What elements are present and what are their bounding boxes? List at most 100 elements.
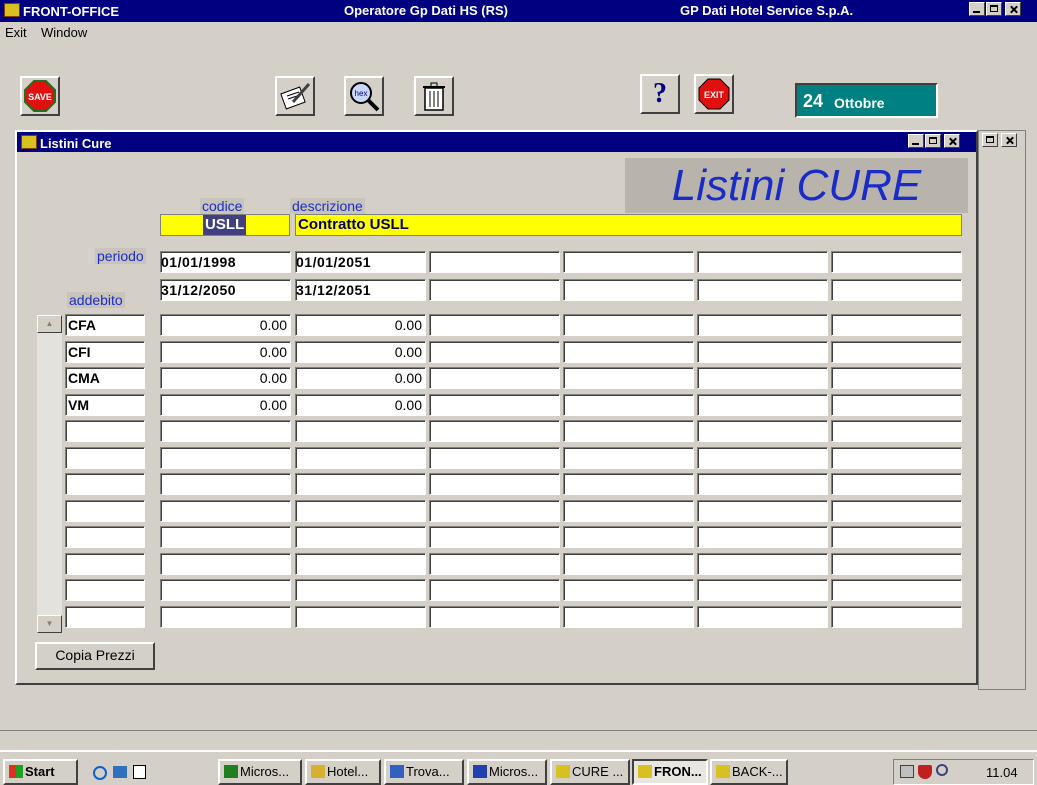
- price-field[interactable]: 0.00: [160, 367, 291, 389]
- price-field[interactable]: [295, 526, 426, 548]
- period-to-field[interactable]: [831, 279, 962, 301]
- bg-close-button[interactable]: [1001, 133, 1017, 147]
- edit-button[interactable]: [275, 76, 315, 116]
- taskbar-button[interactable]: BACK-...: [710, 759, 788, 785]
- scroll-up-icon[interactable]: ▲: [37, 315, 62, 333]
- price-field[interactable]: [697, 526, 828, 548]
- scroll-down-icon[interactable]: ▼: [37, 615, 62, 633]
- hex-search-button[interactable]: hex: [344, 76, 384, 116]
- price-field[interactable]: [429, 526, 560, 548]
- child-minimize-button[interactable]: [908, 134, 924, 148]
- taskbar-button[interactable]: CURE ...: [550, 759, 630, 785]
- period-from-field[interactable]: [831, 251, 962, 273]
- price-field[interactable]: [831, 579, 962, 601]
- price-field[interactable]: [563, 579, 694, 601]
- price-field[interactable]: [563, 473, 694, 495]
- addebito-code-field[interactable]: VM: [65, 393, 145, 416]
- price-field[interactable]: [160, 552, 291, 575]
- price-field[interactable]: [160, 420, 291, 442]
- price-field[interactable]: [160, 446, 291, 469]
- period-to-field[interactable]: [429, 279, 560, 301]
- taskbar-button[interactable]: Micros...: [218, 759, 302, 785]
- price-field[interactable]: [697, 420, 828, 442]
- price-field[interactable]: [295, 446, 426, 469]
- price-field[interactable]: [429, 420, 560, 442]
- price-field[interactable]: [295, 579, 426, 601]
- period-to-field[interactable]: 31/12/2051: [295, 279, 426, 301]
- minimize-button[interactable]: [969, 2, 985, 16]
- menu-exit[interactable]: Exit: [5, 25, 27, 40]
- price-field[interactable]: [429, 446, 560, 469]
- price-field[interactable]: [697, 446, 828, 469]
- price-field[interactable]: [563, 499, 694, 522]
- price-field[interactable]: [160, 605, 291, 628]
- start-button[interactable]: Start: [3, 759, 78, 785]
- taskbar-button[interactable]: Trova...: [384, 759, 464, 785]
- period-to-field[interactable]: [563, 279, 694, 301]
- price-field[interactable]: [563, 393, 694, 416]
- price-field[interactable]: [831, 393, 962, 416]
- price-field[interactable]: [563, 340, 694, 363]
- notepad-icon[interactable]: [133, 765, 146, 779]
- exit-button[interactable]: EXIT: [694, 74, 734, 114]
- price-field[interactable]: [831, 340, 962, 363]
- price-field[interactable]: [831, 605, 962, 628]
- price-field[interactable]: [697, 340, 828, 363]
- period-from-field[interactable]: 01/01/1998: [160, 251, 291, 273]
- price-field[interactable]: [160, 579, 291, 601]
- price-field[interactable]: [429, 579, 560, 601]
- addebito-code-field[interactable]: [65, 552, 145, 575]
- price-field[interactable]: [429, 552, 560, 575]
- addebito-code-field[interactable]: CFI: [65, 340, 145, 363]
- maximize-button[interactable]: [986, 2, 1002, 16]
- period-from-field[interactable]: [697, 251, 828, 273]
- period-to-field[interactable]: [697, 279, 828, 301]
- addebito-code-field[interactable]: CMA: [65, 367, 145, 389]
- price-field[interactable]: 0.00: [295, 314, 426, 336]
- price-field[interactable]: [295, 552, 426, 575]
- descrizione-field[interactable]: Contratto USLL: [295, 214, 962, 236]
- price-field[interactable]: [429, 314, 560, 336]
- addebito-code-field[interactable]: [65, 579, 145, 601]
- price-field[interactable]: [831, 367, 962, 389]
- price-field[interactable]: [563, 420, 694, 442]
- price-field[interactable]: [831, 420, 962, 442]
- price-field[interactable]: [831, 552, 962, 575]
- addebito-code-field[interactable]: [65, 605, 145, 628]
- price-field[interactable]: [697, 552, 828, 575]
- child-maximize-button[interactable]: [925, 134, 941, 148]
- price-field[interactable]: [697, 499, 828, 522]
- price-field[interactable]: [429, 393, 560, 416]
- codice-field[interactable]: USLL: [160, 214, 290, 236]
- price-field[interactable]: [697, 393, 828, 416]
- ie-icon[interactable]: [93, 766, 107, 780]
- price-field[interactable]: [697, 605, 828, 628]
- price-field[interactable]: [429, 473, 560, 495]
- price-field[interactable]: [697, 367, 828, 389]
- price-field[interactable]: [295, 605, 426, 628]
- tray-shield-icon[interactable]: [918, 765, 932, 779]
- price-field[interactable]: 0.00: [295, 340, 426, 363]
- grid-scrollbar[interactable]: ▲ ▼: [37, 315, 62, 633]
- delete-button[interactable]: [414, 76, 454, 116]
- price-field[interactable]: [160, 526, 291, 548]
- help-button[interactable]: ?: [640, 74, 680, 114]
- addebito-code-field[interactable]: [65, 526, 145, 548]
- period-from-field[interactable]: [429, 251, 560, 273]
- close-button[interactable]: [1005, 2, 1021, 16]
- addebito-code-field[interactable]: CFA: [65, 314, 145, 336]
- price-field[interactable]: [831, 446, 962, 469]
- taskbar-button[interactable]: Micros...: [467, 759, 547, 785]
- price-field[interactable]: [563, 605, 694, 628]
- price-field[interactable]: [697, 473, 828, 495]
- price-field[interactable]: [429, 367, 560, 389]
- price-field[interactable]: [563, 552, 694, 575]
- bg-maximize-button[interactable]: [982, 133, 998, 147]
- price-field[interactable]: 0.00: [295, 367, 426, 389]
- price-field[interactable]: [429, 340, 560, 363]
- price-field[interactable]: [831, 473, 962, 495]
- desktop-icon[interactable]: [113, 766, 127, 778]
- price-field[interactable]: 0.00: [160, 314, 291, 336]
- price-field[interactable]: [160, 473, 291, 495]
- price-field[interactable]: 0.00: [160, 393, 291, 416]
